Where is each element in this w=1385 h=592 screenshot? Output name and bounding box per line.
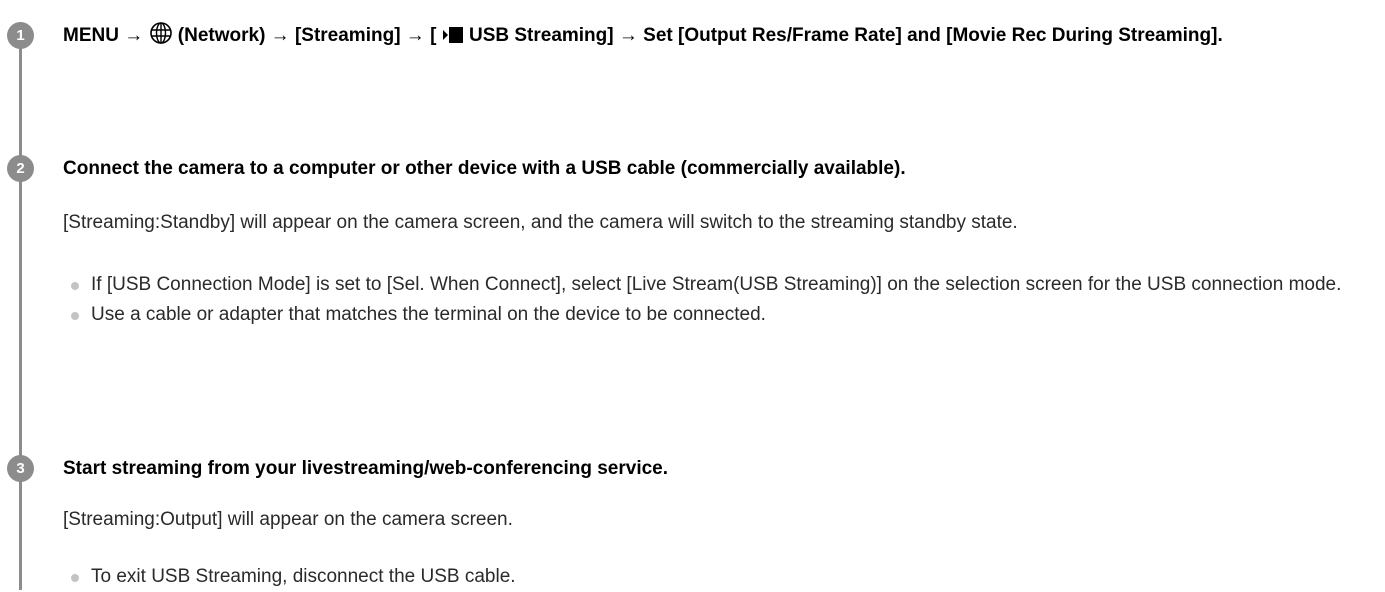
step-3-body: [Streaming:Output] will appear on the ca… [63,509,513,530]
step-2-title: Connect the camera to a computer or othe… [63,158,906,179]
list-item-text: If [USB Connection Mode] is set to [Sel.… [91,274,1342,295]
step-3-title: Start streaming from your livestreaming/… [63,458,669,479]
step-2-number-badge: 2 [7,155,34,182]
step-2-body: [Streaming:Standby] will appear on the c… [63,212,1018,233]
step-1-title-network: (Network) → [Streaming] → [ [172,25,442,46]
step-1-title: MENU → (Network) → [Streaming] → [ USB S… [63,20,1368,56]
usb-streaming-icon [442,24,464,56]
bullet-icon [71,282,79,290]
list-item-text: To exit USB Streaming, disconnect the US… [91,566,516,587]
globe-network-icon [149,21,173,56]
step-2-connector-line [19,175,22,457]
step-1-number-badge: 1 [7,22,34,49]
list-item: To exit USB Streaming, disconnect the US… [63,562,1363,592]
step-1-connector-line [19,33,22,158]
step-3-connector-line [19,475,22,590]
step-2-notes: If [USB Connection Mode] is set to [Sel.… [63,270,1363,330]
list-item: Use a cable or adapter that matches the … [63,300,1363,330]
bullet-icon [71,312,79,320]
step-3-notes: To exit USB Streaming, disconnect the US… [63,562,1363,592]
step-1-title-usb-streaming: USB Streaming] → Set [Output Res/Frame R… [463,25,1223,46]
step-1-title-menu: MENU → [63,25,149,46]
list-item: If [USB Connection Mode] is set to [Sel.… [63,270,1363,300]
step-3-number-badge: 3 [7,455,34,482]
list-item-text: Use a cable or adapter that matches the … [91,304,766,325]
instruction-steps: 1 MENU → (Network) → [Streaming] → [ USB… [0,0,1385,590]
bullet-icon [71,574,79,582]
